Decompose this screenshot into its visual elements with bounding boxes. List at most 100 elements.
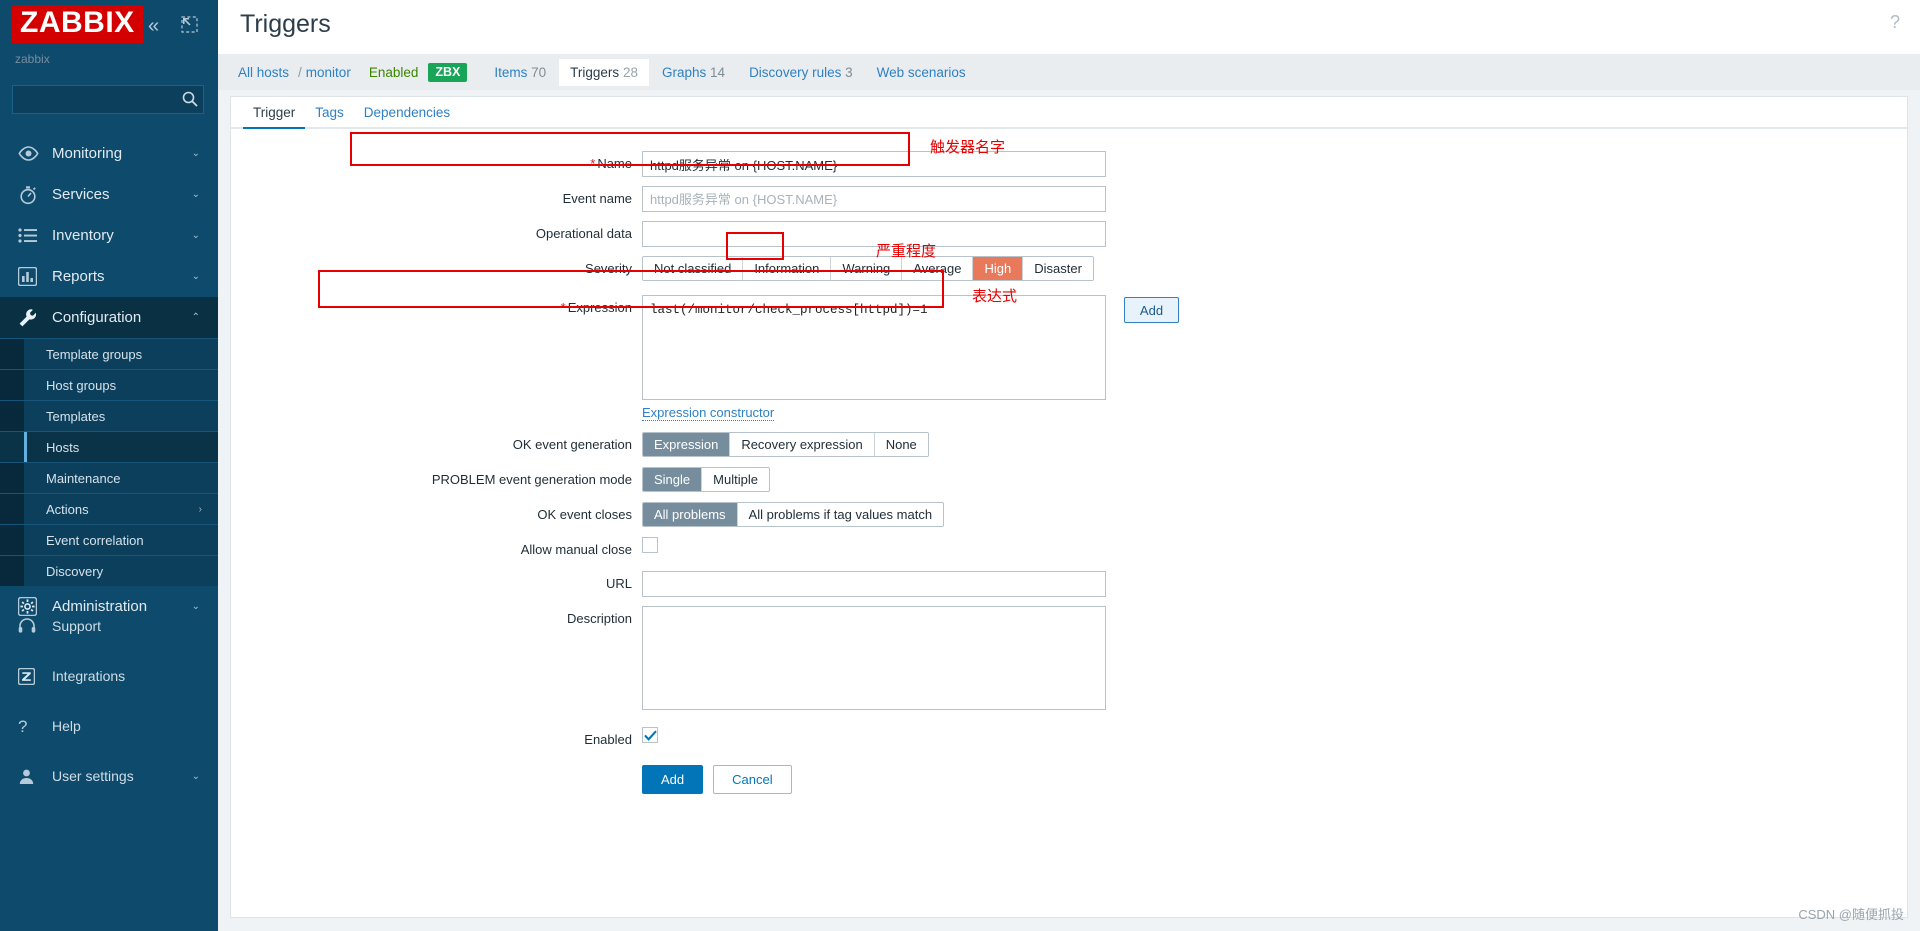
severity-option-high[interactable]: High: [972, 257, 1023, 280]
wrench-icon: [18, 308, 46, 328]
sidebar-item-event-correlation[interactable]: Event correlation: [0, 524, 218, 555]
sidebar-subitem-label: Host groups: [46, 377, 117, 393]
breadcrumb: All hosts / monitor Enabled ZBX Items 70…: [218, 54, 1920, 90]
enabled-checkbox[interactable]: [642, 727, 658, 743]
severity-option-disaster[interactable]: Disaster: [1022, 257, 1093, 280]
sidebar-item-hosts[interactable]: Hosts: [0, 431, 218, 463]
question-icon: ?: [18, 716, 28, 736]
form-row-enabled: Enabled: [231, 727, 1907, 747]
page-header: Triggers ?: [218, 0, 1920, 54]
tab-label: Triggers: [570, 64, 620, 80]
breadcrumb-host[interactable]: monitor: [306, 65, 351, 80]
host-status-enabled[interactable]: Enabled: [369, 65, 419, 80]
trigger-form-card: Trigger Tags Dependencies *Name Event na…: [230, 96, 1908, 918]
sidebar-item-reports[interactable]: Reports ⌄: [0, 256, 218, 297]
tab-dependencies[interactable]: Dependencies: [354, 105, 460, 127]
url-input[interactable]: [642, 571, 1106, 597]
sidebar-item-host-groups[interactable]: Host groups: [0, 369, 218, 400]
required-asterisk: *: [560, 300, 566, 315]
sidebar-item-label: Monitoring: [52, 145, 123, 162]
description-textarea[interactable]: [642, 606, 1106, 710]
cancel-button[interactable]: Cancel: [713, 765, 792, 794]
sidebar-item-inventory[interactable]: Inventory ⌄: [0, 215, 218, 256]
expression-textarea[interactable]: last(/monitor/check_process[httpd])=1: [642, 295, 1106, 400]
problem-event-option-single[interactable]: Single: [643, 468, 702, 491]
tab-label: Discovery rules: [749, 64, 842, 80]
ok-event-option-none[interactable]: None: [873, 433, 928, 456]
sidebar-item-integrations[interactable]: Integrations: [0, 651, 218, 701]
operational-data-field-wrap: [642, 221, 1106, 247]
sidebar-item-support[interactable]: Support: [0, 601, 218, 651]
zabbix-logo[interactable]: ZABBIX: [12, 5, 143, 43]
sidebar-subitem-label: Templates: [46, 408, 106, 424]
sidebar-item-actions[interactable]: Actions ›: [0, 493, 218, 524]
name-input[interactable]: [642, 151, 1106, 177]
expression-constructor-link[interactable]: Expression constructor: [642, 405, 775, 421]
tab-label: Items: [494, 64, 528, 80]
form-tabs: Trigger Tags Dependencies: [231, 97, 1907, 129]
form-row-url: URL: [231, 571, 1907, 597]
sidebar-item-discovery[interactable]: Discovery: [0, 555, 218, 586]
event-name-label: Event name: [562, 191, 632, 206]
sidebar-item-label: Reports: [52, 268, 105, 285]
search-input[interactable]: [12, 85, 204, 114]
sidebar-item-monitoring[interactable]: Monitoring ⌄: [0, 133, 218, 174]
search-icon[interactable]: [181, 90, 199, 108]
required-asterisk: *: [590, 156, 596, 171]
ok-event-closes-option-all-problems[interactable]: All problems: [643, 503, 737, 526]
sidebar-item-user-settings[interactable]: User settings ⌄: [0, 751, 218, 801]
chevron-down-icon: ⌄: [191, 271, 200, 282]
list-icon: [18, 226, 46, 246]
problem-event-option-multiple[interactable]: Multiple: [701, 468, 769, 491]
sidebar-item-label: Configuration: [52, 309, 142, 326]
zbx-badge[interactable]: ZBX: [428, 62, 468, 82]
sidebar-lower-nav: Support Integrations ? Help User setting…: [0, 601, 218, 801]
ok-event-closes-label: OK event closes: [537, 507, 632, 522]
operational-data-input[interactable]: [642, 221, 1106, 247]
annotation-text-name: 触发器名字: [930, 138, 1006, 156]
sidebar-search[interactable]: [12, 85, 204, 114]
chevron-down-icon: ⌄: [191, 189, 200, 200]
breadcrumb-tab-discovery-rules[interactable]: Discovery rules 3: [738, 59, 864, 86]
severity-option-information[interactable]: Information: [742, 257, 831, 280]
event-name-input[interactable]: [642, 186, 1106, 212]
breadcrumb-all-hosts[interactable]: All hosts: [238, 65, 289, 80]
ok-event-option-expression[interactable]: Expression: [643, 433, 730, 456]
sidebar-subitem-label: Hosts: [46, 439, 80, 455]
sidebar-subtitle: zabbix: [15, 52, 50, 66]
breadcrumb-tab-graphs[interactable]: Graphs 14: [651, 59, 736, 86]
allow-manual-close-checkbox[interactable]: [642, 537, 658, 553]
expression-add-button[interactable]: Add: [1124, 297, 1179, 323]
breadcrumb-tab-items[interactable]: Items 70: [483, 59, 557, 86]
annotation-text-severity: 严重程度: [876, 242, 937, 260]
collapse-sidebar-icon[interactable]: «: [148, 16, 159, 36]
sidebar-item-template-groups[interactable]: Template groups: [0, 338, 218, 369]
enabled-label: Enabled: [584, 732, 632, 747]
sidebar-subitem-label: Actions: [46, 501, 89, 517]
ok-event-option-recovery-expression[interactable]: Recovery expression: [729, 433, 874, 456]
url-label: URL: [605, 576, 632, 591]
sidebar-item-services[interactable]: Services ⌄: [0, 174, 218, 215]
form-row-operational-data: Operational data: [231, 221, 1907, 247]
operational-data-label: Operational data: [535, 226, 632, 241]
trigger-form: *Name Event name Operational data: [231, 129, 1907, 794]
sidebar-subitem-label: Maintenance: [46, 470, 121, 486]
hide-sidebar-icon[interactable]: [181, 16, 198, 33]
severity-option-not-classified[interactable]: Not classified: [643, 257, 743, 280]
sidebar-item-templates[interactable]: Templates: [0, 400, 218, 431]
sidebar-item-help[interactable]: ? Help: [0, 701, 218, 751]
allow-manual-close-label: Allow manual close: [520, 542, 632, 557]
ok-event-closes-option-tag-match[interactable]: All problems if tag values match: [736, 503, 944, 526]
sidebar-item-maintenance[interactable]: Maintenance: [0, 462, 218, 493]
tab-count: 3: [845, 64, 853, 80]
breadcrumb-tab-web-scenarios[interactable]: Web scenarios: [866, 59, 977, 86]
form-row-expression-constructor: Expression constructor: [231, 405, 1907, 421]
chevron-up-icon: ⌃: [191, 312, 200, 323]
user-icon: [18, 768, 46, 785]
help-icon[interactable]: ?: [1890, 12, 1900, 33]
submit-add-button[interactable]: Add: [642, 765, 704, 794]
tab-trigger[interactable]: Trigger: [243, 105, 306, 129]
tab-tags[interactable]: Tags: [305, 105, 354, 127]
breadcrumb-tab-triggers[interactable]: Triggers 28: [559, 58, 649, 86]
sidebar-item-configuration[interactable]: Configuration ⌃: [0, 297, 218, 338]
